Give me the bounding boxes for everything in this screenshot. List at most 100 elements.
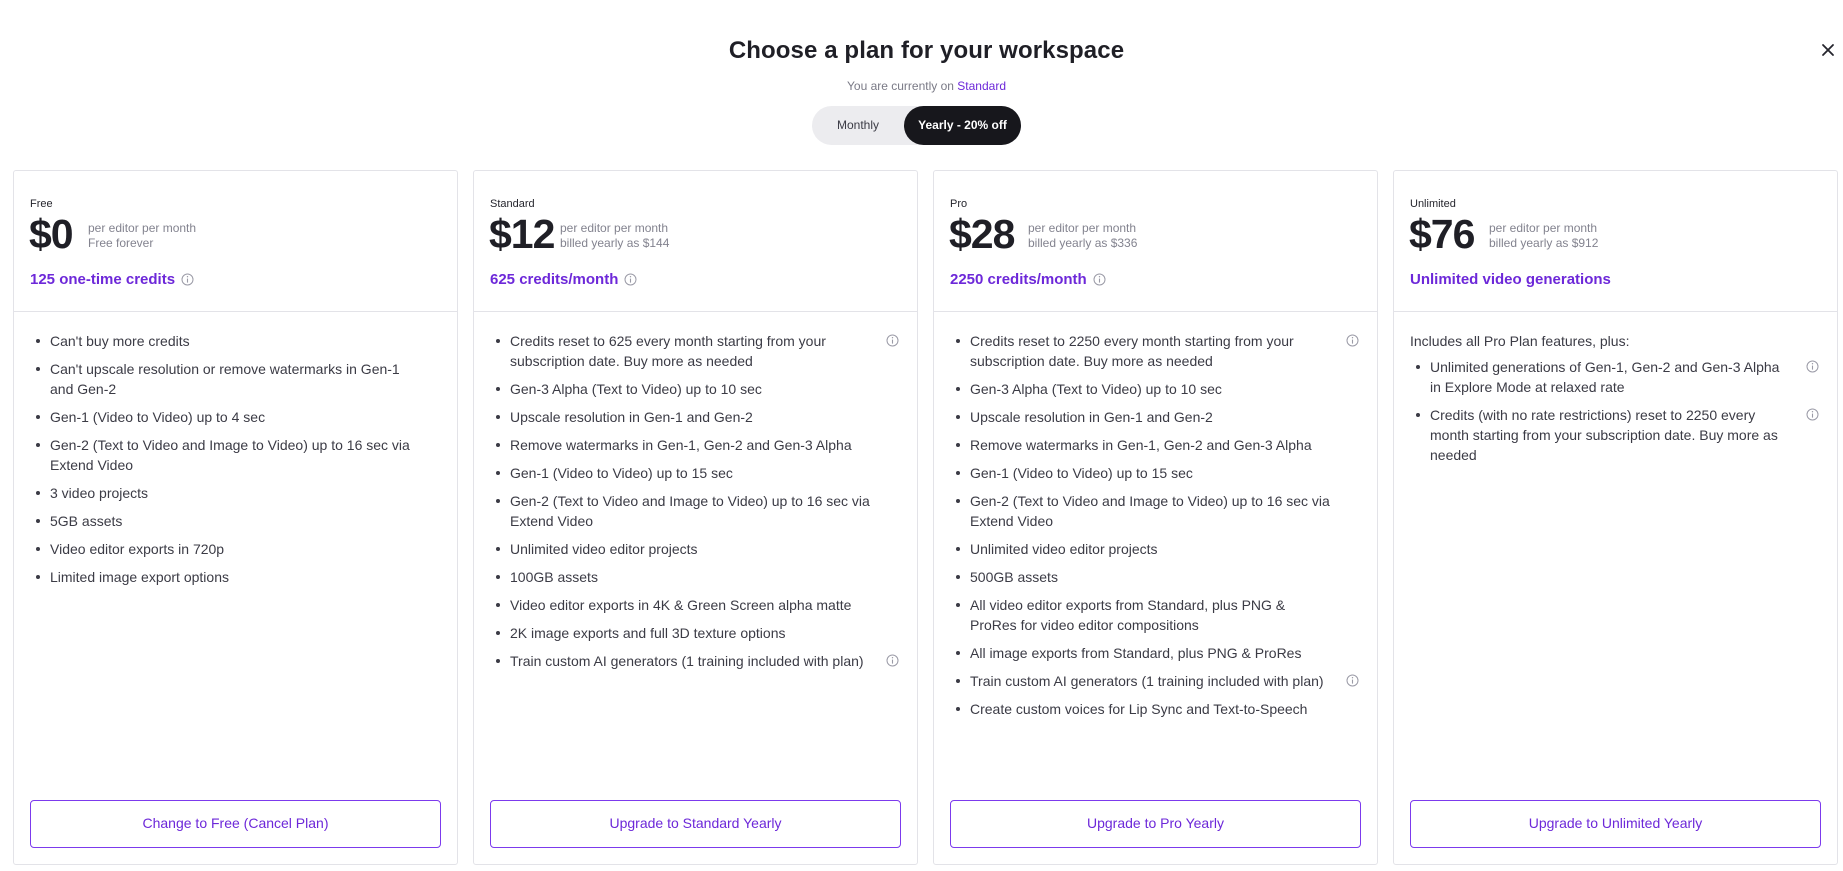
price-note-billing: billed yearly as $912 bbox=[1489, 236, 1599, 250]
info-icon[interactable] bbox=[181, 273, 194, 286]
price-details: per editor per month billed yearly as $3… bbox=[1028, 221, 1137, 251]
feature-text: Can't upscale resolution or remove water… bbox=[50, 361, 400, 397]
feature-text: Credits (with no rate restrictions) rese… bbox=[1430, 407, 1778, 463]
feature-text: All video editor exports from Standard, … bbox=[970, 597, 1286, 633]
plan-card-standard: Standard $12 per editor per month billed… bbox=[473, 170, 918, 865]
plan-price: $28 bbox=[949, 211, 1015, 257]
billing-monthly-option[interactable]: Monthly bbox=[812, 106, 904, 145]
price-note-billing: billed yearly as $336 bbox=[1028, 236, 1138, 250]
plan-header: Pro $28 per editor per month billed year… bbox=[934, 171, 1377, 312]
info-icon[interactable] bbox=[1346, 674, 1359, 687]
info-icon[interactable] bbox=[886, 654, 899, 667]
feature-item: Gen-2 (Text to Video and Image to Video)… bbox=[30, 435, 441, 475]
plan-credits: Unlimited video generations bbox=[1410, 271, 1611, 288]
feature-text: Limited image export options bbox=[50, 569, 229, 585]
price-details: per editor per month billed yearly as $9… bbox=[1489, 221, 1598, 251]
price-note-per-editor: per editor per month bbox=[1489, 221, 1598, 235]
feature-item: 2K image exports and full 3D texture opt… bbox=[490, 623, 901, 643]
feature-text: 2K image exports and full 3D texture opt… bbox=[510, 625, 786, 641]
plan-price: $12 bbox=[489, 211, 555, 257]
plan-card-pro: Pro $28 per editor per month billed year… bbox=[933, 170, 1378, 865]
info-icon[interactable] bbox=[1806, 360, 1819, 373]
feature-text: Train custom AI generators (1 training i… bbox=[970, 673, 1324, 689]
feature-text: Video editor exports in 4K & Green Scree… bbox=[510, 597, 852, 613]
feature-text: Video editor exports in 720p bbox=[50, 541, 225, 557]
page-title: Choose a plan for your workspace bbox=[728, 37, 1125, 64]
change-to-free-button[interactable]: Change to Free (Cancel Plan) bbox=[30, 800, 441, 848]
feature-text: Gen-1 (Video to Video) up to 15 sec bbox=[510, 465, 733, 481]
feature-item: 500GB assets bbox=[950, 567, 1361, 587]
plan-features: Credits reset to 2250 every month starti… bbox=[934, 312, 1377, 727]
feature-item: Remove watermarks in Gen-1, Gen-2 and Ge… bbox=[950, 435, 1361, 455]
info-icon[interactable] bbox=[1806, 408, 1819, 421]
billing-yearly-option[interactable]: Yearly - 20% off bbox=[904, 106, 1021, 145]
feature-item: Video editor exports in 4K & Green Scree… bbox=[490, 595, 901, 615]
feature-item: Upscale resolution in Gen-1 and Gen-2 bbox=[950, 407, 1361, 427]
plan-credits: 2250 credits/month bbox=[950, 271, 1106, 288]
plan-features: Credits reset to 625 every month startin… bbox=[474, 312, 917, 679]
feature-text: Remove watermarks in Gen-1, Gen-2 and Ge… bbox=[970, 437, 1312, 453]
upgrade-standard-button[interactable]: Upgrade to Standard Yearly bbox=[490, 800, 901, 848]
feature-text: Credits reset to 625 every month startin… bbox=[510, 333, 826, 369]
feature-item: 3 video projects bbox=[30, 483, 441, 503]
feature-item: Upscale resolution in Gen-1 and Gen-2 bbox=[490, 407, 901, 427]
feature-item: Credits (with no rate restrictions) rese… bbox=[1410, 405, 1821, 465]
plan-credits: 625 credits/month bbox=[490, 271, 637, 288]
feature-item: Video editor exports in 720p bbox=[30, 539, 441, 559]
feature-item: Credits reset to 625 every month startin… bbox=[490, 331, 901, 371]
feature-text: Credits reset to 2250 every month starti… bbox=[970, 333, 1294, 369]
feature-item: 5GB assets bbox=[30, 511, 441, 531]
feature-item: Remove watermarks in Gen-1, Gen-2 and Ge… bbox=[490, 435, 901, 455]
price-note-per-editor: per editor per month bbox=[1028, 221, 1137, 235]
plan-name: Pro bbox=[950, 198, 968, 210]
plan-features: Can't buy more credits Can't upscale res… bbox=[14, 312, 457, 595]
plan-header: Free $0 per editor per month Free foreve… bbox=[14, 171, 457, 312]
plan-credits-label: 625 credits/month bbox=[490, 271, 619, 288]
billing-period-toggle: Monthly Yearly - 20% off bbox=[812, 106, 1021, 145]
feature-text: Gen-2 (Text to Video and Image to Video)… bbox=[970, 493, 1330, 529]
feature-text: Gen-2 (Text to Video and Image to Video)… bbox=[510, 493, 870, 529]
feature-text: Gen-1 (Video to Video) up to 4 sec bbox=[50, 409, 266, 425]
upgrade-pro-button[interactable]: Upgrade to Pro Yearly bbox=[950, 800, 1361, 848]
feature-item: Unlimited generations of Gen-1, Gen-2 an… bbox=[1410, 357, 1821, 397]
feature-item: Unlimited video editor projects bbox=[490, 539, 901, 559]
feature-item: All video editor exports from Standard, … bbox=[950, 595, 1361, 635]
feature-item: All image exports from Standard, plus PN… bbox=[950, 643, 1361, 663]
price-note-billing: billed yearly as $144 bbox=[560, 236, 670, 250]
feature-text: Create custom voices for Lip Sync and Te… bbox=[970, 701, 1308, 717]
close-icon[interactable] bbox=[1818, 40, 1838, 60]
plan-name: Standard bbox=[490, 198, 535, 210]
feature-item: 100GB assets bbox=[490, 567, 901, 587]
feature-text: Gen-3 Alpha (Text to Video) up to 10 sec bbox=[970, 381, 1222, 397]
feature-text: Train custom AI generators (1 training i… bbox=[510, 653, 864, 669]
feature-item: Gen-1 (Video to Video) up to 15 sec bbox=[950, 463, 1361, 483]
feature-text: Unlimited video editor projects bbox=[510, 541, 698, 557]
feature-list: Credits reset to 625 every month startin… bbox=[490, 331, 901, 671]
feature-item: Gen-3 Alpha (Text to Video) up to 10 sec bbox=[490, 379, 901, 399]
feature-text: Gen-3 Alpha (Text to Video) up to 10 sec bbox=[510, 381, 762, 397]
info-icon[interactable] bbox=[1093, 273, 1106, 286]
feature-list: Unlimited generations of Gen-1, Gen-2 an… bbox=[1410, 357, 1821, 465]
feature-item: Train custom AI generators (1 training i… bbox=[950, 671, 1361, 691]
plan-credits-label: Unlimited video generations bbox=[1410, 271, 1611, 288]
current-plan-text: You are currently on Standard bbox=[0, 79, 1843, 93]
info-icon[interactable] bbox=[886, 334, 899, 347]
price-note-billing: Free forever bbox=[88, 236, 154, 250]
plan-credits-label: 2250 credits/month bbox=[950, 271, 1087, 288]
info-icon[interactable] bbox=[1346, 334, 1359, 347]
price-note-per-editor: per editor per month bbox=[560, 221, 669, 235]
feature-text: Upscale resolution in Gen-1 and Gen-2 bbox=[970, 409, 1213, 425]
feature-text: 5GB assets bbox=[50, 513, 123, 529]
plan-header: Standard $12 per editor per month billed… bbox=[474, 171, 917, 312]
feature-list: Can't buy more credits Can't upscale res… bbox=[30, 331, 441, 587]
price-details: per editor per month billed yearly as $1… bbox=[560, 221, 669, 251]
current-plan-name[interactable]: Standard bbox=[957, 79, 1006, 93]
upgrade-unlimited-button[interactable]: Upgrade to Unlimited Yearly bbox=[1410, 800, 1821, 848]
feature-text: 500GB assets bbox=[970, 569, 1058, 585]
feature-text: Remove watermarks in Gen-1, Gen-2 and Ge… bbox=[510, 437, 852, 453]
feature-item: Credits reset to 2250 every month starti… bbox=[950, 331, 1361, 371]
price-note-per-editor: per editor per month bbox=[88, 221, 197, 235]
feature-text: Unlimited generations of Gen-1, Gen-2 an… bbox=[1430, 359, 1780, 395]
feature-list: Credits reset to 2250 every month starti… bbox=[950, 331, 1361, 719]
info-icon[interactable] bbox=[624, 273, 637, 286]
